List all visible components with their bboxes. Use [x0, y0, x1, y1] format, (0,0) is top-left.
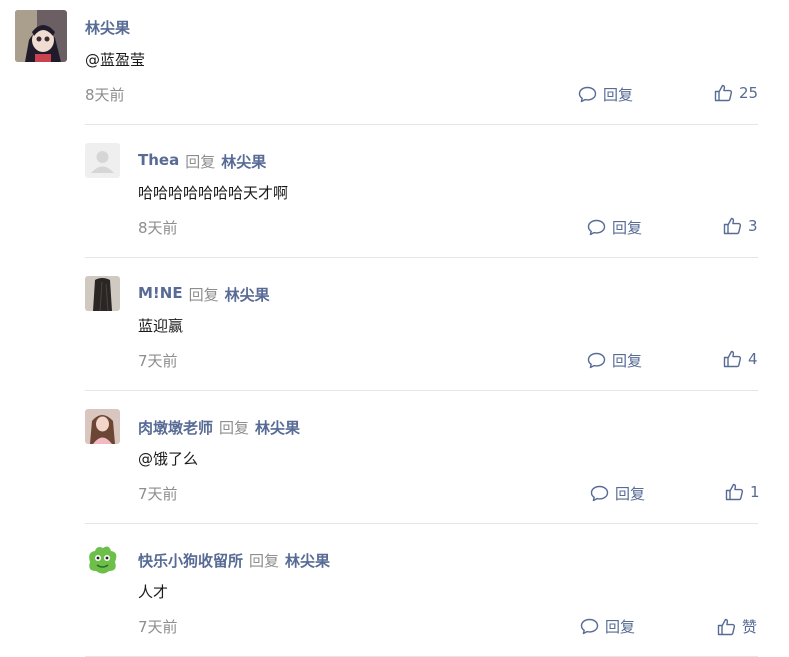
- reply-author[interactable]: 快乐小狗收留所: [138, 550, 243, 571]
- comment-bubble-icon: [587, 352, 606, 369]
- divider: [85, 523, 758, 524]
- reply-word: 回复: [249, 552, 280, 570]
- avatar[interactable]: [15, 10, 67, 62]
- reply-label: 回复: [605, 618, 636, 636]
- reply-text: @饿了么: [138, 450, 199, 468]
- thumbs-up-icon: [723, 217, 742, 235]
- avatar[interactable]: [85, 542, 120, 577]
- comment-time: 8天前: [85, 86, 125, 104]
- reply-label: 回复: [603, 86, 634, 104]
- divider: [85, 390, 758, 391]
- reply-text: 蓝迎赢: [138, 317, 184, 335]
- avatar[interactable]: [85, 409, 120, 444]
- reply-author[interactable]: M!NE: [138, 284, 183, 305]
- reply-header: Thea 回复 林尖果: [138, 151, 266, 172]
- reply-word: 回复: [219, 419, 250, 437]
- like-count: 3: [748, 217, 758, 235]
- like-count: 赞: [742, 618, 758, 636]
- reply-text: 哈哈哈哈哈哈哈天才啊: [138, 184, 289, 202]
- reply-button[interactable]: 回复: [587, 350, 642, 371]
- comment-bubble-icon: [590, 485, 609, 502]
- reply-time: 7天前: [138, 352, 178, 370]
- reply-label: 回复: [615, 485, 646, 503]
- thumbs-up-icon: [717, 618, 736, 636]
- like-button[interactable]: 3: [723, 217, 758, 235]
- like-button[interactable]: 25: [714, 84, 758, 102]
- comment-bubble-icon: [580, 618, 599, 635]
- like-button[interactable]: 1: [725, 483, 760, 501]
- comment-author[interactable]: 林尖果: [85, 17, 130, 38]
- reply-button[interactable]: 回复: [587, 217, 642, 238]
- thumbs-up-icon: [723, 350, 742, 368]
- reply-author[interactable]: 肉墩墩老师: [138, 417, 213, 438]
- like-count: 25: [739, 84, 759, 102]
- reply-button[interactable]: 回复: [590, 483, 645, 504]
- reply-target[interactable]: 林尖果: [221, 151, 266, 172]
- like-count: 4: [748, 350, 758, 368]
- comment-text: @蓝盈莹: [85, 51, 146, 69]
- reply-word: 回复: [188, 286, 219, 304]
- reply-header: M!NE 回复 林尖果: [138, 284, 270, 305]
- reply-time: 8天前: [138, 219, 178, 237]
- divider: [85, 124, 758, 125]
- reply-label: 回复: [612, 352, 643, 370]
- reply-header: 肉墩墩老师 回复 林尖果: [138, 417, 300, 438]
- reply-label: 回复: [612, 219, 643, 237]
- thumbs-up-icon: [714, 84, 733, 102]
- reply-text: 人才: [138, 583, 169, 601]
- avatar[interactable]: [85, 276, 120, 311]
- reply-target[interactable]: 林尖果: [285, 550, 330, 571]
- reply-word: 回复: [185, 153, 216, 171]
- reply-button[interactable]: 回复: [578, 84, 633, 105]
- avatar[interactable]: [85, 143, 120, 178]
- like-count: 1: [750, 483, 760, 501]
- reply-time: 7天前: [138, 618, 178, 636]
- reply-author[interactable]: Thea: [138, 151, 179, 172]
- reply-header: 快乐小狗收留所 回复 林尖果: [138, 550, 330, 571]
- comment-bubble-icon: [587, 219, 606, 236]
- like-button[interactable]: 赞: [717, 616, 757, 637]
- reply-button[interactable]: 回复: [580, 616, 635, 637]
- reply-target[interactable]: 林尖果: [225, 284, 270, 305]
- reply-target[interactable]: 林尖果: [255, 417, 300, 438]
- thumbs-up-icon: [725, 483, 744, 501]
- comment-bubble-icon: [578, 86, 597, 103]
- reply-time: 7天前: [138, 485, 178, 503]
- divider: [85, 257, 758, 258]
- like-button[interactable]: 4: [723, 350, 758, 368]
